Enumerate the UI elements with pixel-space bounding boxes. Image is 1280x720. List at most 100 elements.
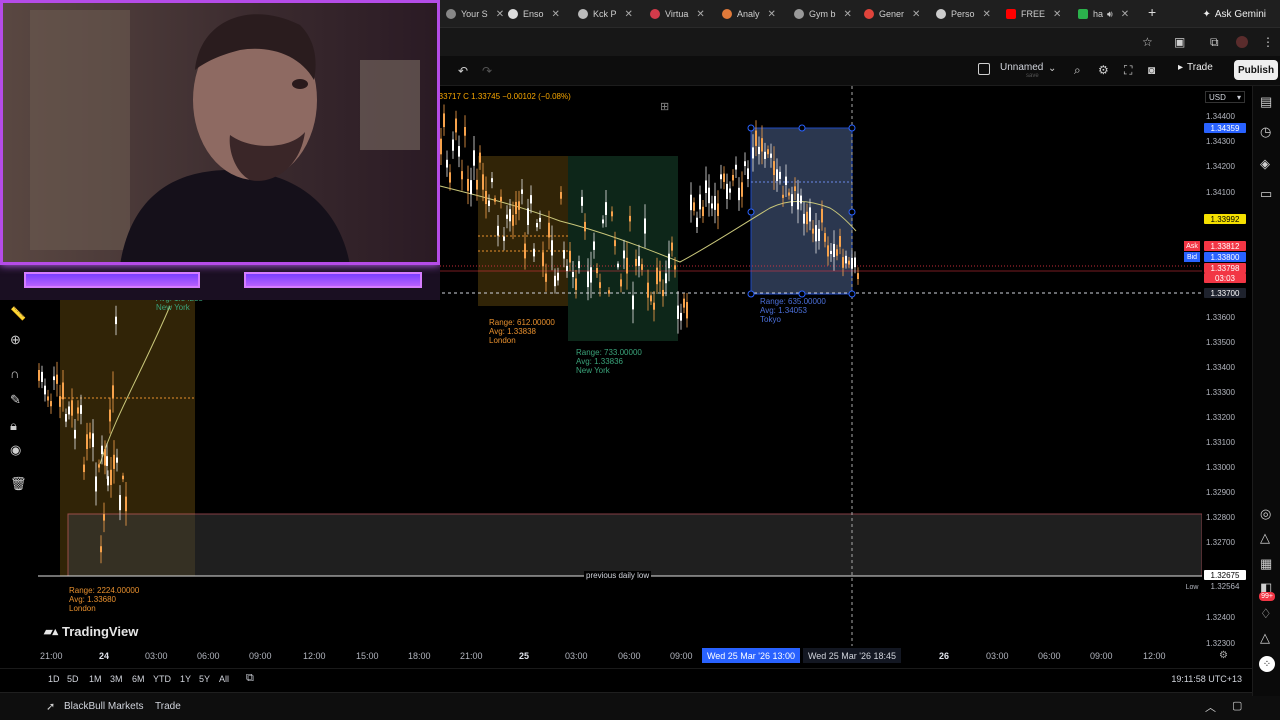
range-5d[interactable]: 5D: [67, 674, 79, 684]
range-5y[interactable]: 5Y: [199, 674, 210, 684]
time-range-end: Wed 25 Mar '26 18:45: [803, 648, 901, 663]
browser-tab[interactable]: ha 🔊︎ ✕: [1078, 4, 1129, 24]
browser-tab[interactable]: Perso ✕: [936, 4, 991, 24]
candle-body: [554, 275, 556, 287]
more-dots-icon[interactable]: ⁘: [1259, 656, 1275, 672]
signal-icon[interactable]: △: [1260, 530, 1270, 546]
pulse-icon[interactable]: △: [1260, 630, 1270, 646]
trade-button[interactable]: ▸ Trade: [1178, 62, 1213, 73]
eye-icon[interactable]: ◉: [10, 442, 21, 458]
collapse-up-icon[interactable]: ︿: [1205, 699, 1216, 715]
object-tree-icon[interactable]: ⊞: [660, 100, 669, 113]
price-tick-label: 1.33500: [1206, 338, 1235, 347]
candle-body: [443, 113, 445, 128]
camera-icon[interactable]: ◙: [1148, 63, 1155, 77]
menu-dots-icon[interactable]: ⋮: [1262, 35, 1274, 49]
watchlist-icon[interactable]: ▤: [1260, 94, 1272, 110]
candle-body: [581, 196, 583, 206]
alerts-clock-icon[interactable]: ◷: [1260, 124, 1271, 140]
tab-close-icon[interactable]: ✕: [496, 9, 504, 20]
clock[interactable]: 19:11:58 UTC+13: [1171, 674, 1242, 684]
maximize-icon[interactable]: ▢: [1232, 699, 1242, 712]
range-1m[interactable]: 1M: [89, 674, 102, 684]
bookmark-star-icon[interactable]: ☆: [1142, 35, 1153, 49]
range-1y[interactable]: 1Y: [180, 674, 191, 684]
tab-close-icon[interactable]: ✕: [696, 9, 704, 20]
range-all[interactable]: All: [219, 674, 229, 684]
browser-tab[interactable]: Gener ✕: [864, 4, 920, 24]
profile-avatar[interactable]: [1236, 36, 1248, 48]
candle-body: [488, 200, 490, 206]
price-tag: 1.33812: [1204, 241, 1246, 251]
candle-body: [702, 206, 704, 217]
fullscreen-icon[interactable]: ⛶: [1124, 63, 1132, 78]
browser-tab[interactable]: Kck P ✕: [578, 4, 633, 24]
webcam-overlay: [0, 0, 440, 300]
range-1d[interactable]: 1D: [48, 674, 60, 684]
time-axis[interactable]: 21:00 24 03:00 06:00 09:00 12:00 15:00 18:00 21:…: [0, 648, 1250, 664]
broker-name[interactable]: BlackBull Markets: [48, 701, 143, 712]
tab-close-icon[interactable]: ✕: [983, 9, 991, 20]
date-range-icon[interactable]: ⧉: [246, 672, 254, 685]
sidepanel-icon[interactable]: ▣: [1174, 35, 1185, 49]
tab-close-icon[interactable]: ✕: [912, 9, 920, 20]
candle-body: [723, 173, 725, 182]
layout-name[interactable]: Unnamed: [1000, 62, 1043, 73]
pencil-lock-icon[interactable]: ✎: [10, 392, 21, 408]
chevron-down-icon[interactable]: ⌄: [1048, 63, 1056, 74]
publish-button[interactable]: Publish: [1234, 60, 1278, 80]
layout-checkbox[interactable]: [978, 63, 990, 75]
calendar-icon[interactable]: ▦: [1260, 556, 1272, 572]
search-icon[interactable]: ⌕: [1074, 63, 1081, 78]
lock-icon[interactable]: 🔒︎: [10, 418, 17, 434]
browser-tab[interactable]: FREE ✕: [1006, 4, 1061, 24]
candle-body: [788, 192, 790, 196]
candle-body: [122, 475, 124, 480]
browser-tab[interactable]: Your S ✕: [446, 4, 504, 24]
tab-close-icon[interactable]: ✕: [625, 9, 633, 20]
trade-arrow-icon: ▸: [1178, 62, 1184, 73]
candle-body: [119, 495, 121, 511]
candle-body: [596, 267, 598, 274]
candle-body: [638, 256, 640, 266]
target-icon[interactable]: ◎: [1260, 506, 1271, 522]
currency-selector[interactable]: USD ▾: [1205, 91, 1245, 103]
time-tick-label: 12:00: [1143, 651, 1166, 661]
range-ytd[interactable]: YTD: [153, 674, 171, 684]
candle-body: [530, 195, 532, 204]
candle-body: [575, 278, 577, 290]
tab-close-icon[interactable]: ✕: [844, 9, 852, 20]
range-3m[interactable]: 3M: [110, 674, 123, 684]
new-tab-button[interactable]: +: [1148, 4, 1156, 20]
tab-close-icon[interactable]: ✕: [1121, 9, 1129, 20]
browser-tab[interactable]: Enso ✕: [508, 4, 560, 24]
layers-icon[interactable]: ◈: [1260, 156, 1270, 172]
range-6m[interactable]: 6M: [132, 674, 145, 684]
tab-label: Analy: [737, 9, 760, 19]
trash-icon[interactable]: 🗑︎: [10, 476, 27, 492]
extensions-icon[interactable]: ⧉: [1210, 35, 1219, 50]
magnet-icon[interactable]: ∩: [10, 366, 19, 381]
candle-body: [467, 178, 469, 191]
browser-tab[interactable]: Virtua ✕: [650, 4, 705, 24]
settings-gear-icon[interactable]: ⚙: [1219, 650, 1228, 661]
settings-icon[interactable]: ⚙: [1098, 63, 1109, 77]
candle-body: [791, 194, 793, 207]
chat-icon[interactable]: ▭: [1260, 186, 1272, 202]
ask-gemini-button[interactable]: ✦ Ask Gemini: [1198, 6, 1270, 22]
candle-body: [110, 469, 112, 485]
broker-trade-button[interactable]: Trade: [155, 701, 181, 712]
tab-close-icon[interactable]: ✕: [768, 9, 776, 20]
tab-close-icon[interactable]: ✕: [552, 9, 560, 20]
redo-button[interactable]: ↷: [482, 64, 492, 78]
undo-button[interactable]: ↶: [458, 64, 468, 78]
zoom-icon[interactable]: ⊕: [10, 332, 21, 348]
ruler-icon[interactable]: 📏: [10, 306, 26, 322]
browser-tab[interactable]: Analy ✕: [722, 4, 776, 24]
browser-tab[interactable]: Gym b ✕: [794, 4, 852, 24]
candle-body: [635, 258, 637, 267]
candle-body: [744, 161, 746, 167]
price-axis[interactable]: 1.34400 1.34300 1.34200 1.34100 1.33600 1.335…: [1202, 86, 1250, 652]
tab-close-icon[interactable]: ✕: [1053, 9, 1061, 20]
bell-icon[interactable]: ♢: [1260, 606, 1272, 622]
